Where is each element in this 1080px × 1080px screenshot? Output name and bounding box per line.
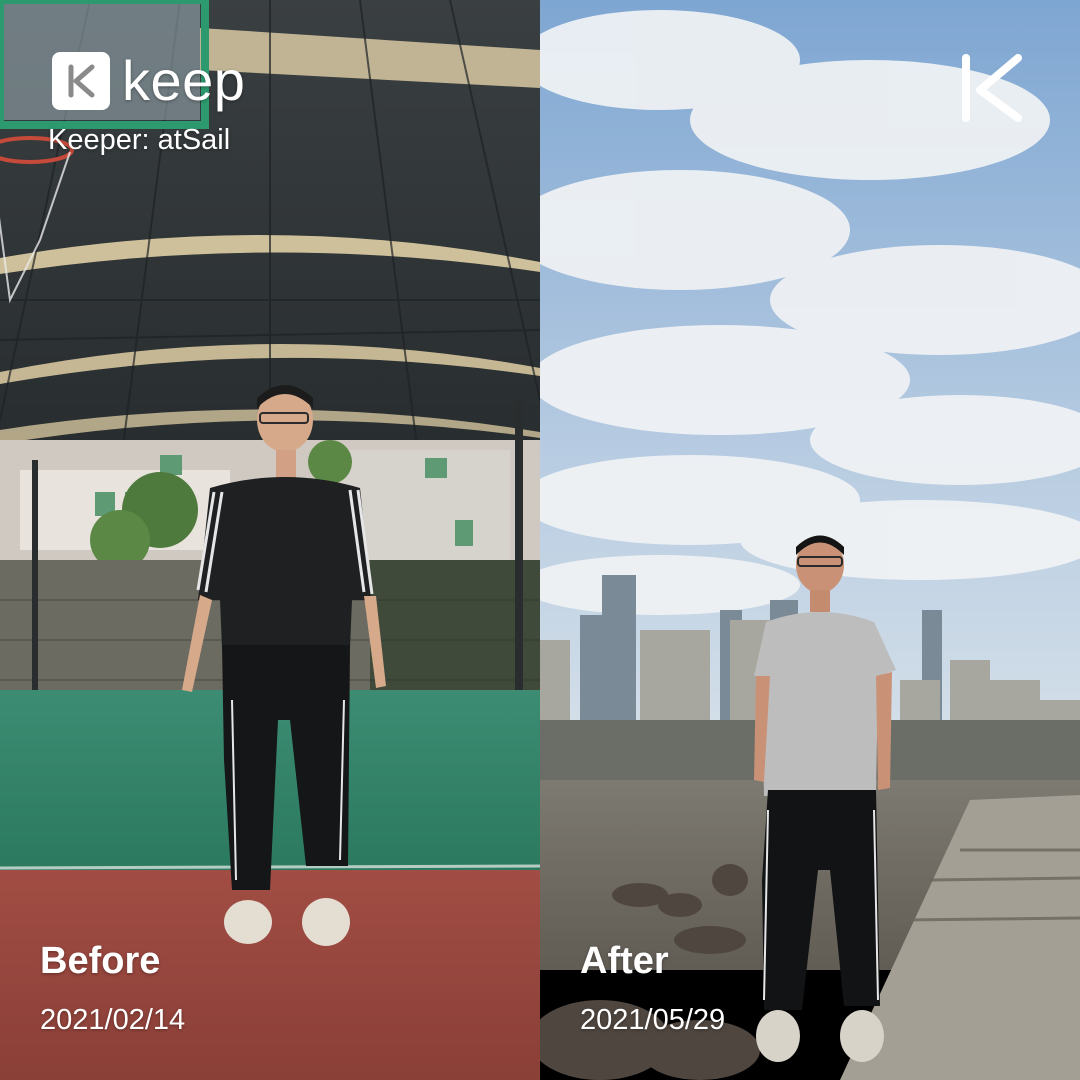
keep-k-logo-icon: [962, 54, 1022, 122]
before-label: Before: [40, 940, 161, 982]
keep-brand-badge: keep: [52, 52, 245, 110]
after-label: After: [580, 940, 669, 982]
after-photo-panel: After 2021/05/29: [540, 0, 1080, 1080]
after-date: 2021/05/29: [580, 1004, 726, 1036]
after-photo: [540, 0, 1080, 1080]
before-photo-panel: keep Keeper: atSail Before 2021/02/14: [0, 0, 540, 1080]
before-date: 2021/02/14: [40, 1004, 186, 1036]
before-after-collage: keep Keeper: atSail Before 2021/02/14 Af…: [0, 0, 1080, 1080]
keep-k-logo-icon: [52, 52, 110, 110]
before-photo: [0, 0, 540, 1080]
keeper-username: Keeper: atSail: [48, 124, 231, 156]
keep-wordmark: keep: [122, 49, 246, 112]
